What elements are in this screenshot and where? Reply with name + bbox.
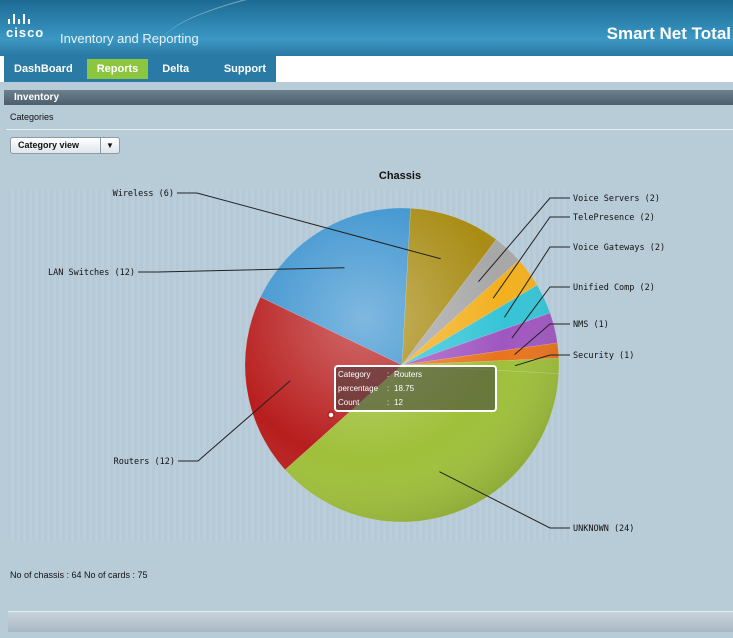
tooltip-key-percentage: percentage xyxy=(338,384,379,393)
slice-label: LAN Switches (12) xyxy=(48,268,135,278)
tooltip-key-count: Count xyxy=(338,398,360,407)
category-view-select[interactable]: Category view ▼ xyxy=(10,137,120,154)
chart-tooltip: Category : Routers percentage : 18.75 Co… xyxy=(334,365,497,412)
logo-text: cisco xyxy=(6,25,45,40)
chart-title: Chassis xyxy=(379,170,421,182)
slice-label: Wireless (6) xyxy=(113,189,174,199)
slice-label: UNKNOWN (24) xyxy=(573,524,634,534)
slice-label: Voice Gateways (2) xyxy=(573,243,665,253)
tooltip-key-category: Category xyxy=(338,370,370,379)
svg-text::: : xyxy=(387,398,389,407)
tooltip-value-count: 12 xyxy=(394,398,403,407)
slice-label: TelePresence (2) xyxy=(573,213,655,223)
cisco-logo: cisco xyxy=(6,12,50,44)
slice-label: Voice Servers (2) xyxy=(573,194,660,204)
nav-support[interactable]: Support xyxy=(214,59,276,79)
inventory-summary: No of chassis : 64 No of cards : 75 xyxy=(10,570,148,580)
cursor-marker xyxy=(327,411,335,419)
section-title: Inventory xyxy=(4,90,733,105)
slice-label: Unified Comp (2) xyxy=(573,283,655,293)
svg-text::: : xyxy=(387,384,389,393)
nav-delta-reports[interactable]: Delta Reports xyxy=(152,59,214,95)
app-title: Inventory and Reporting xyxy=(60,31,199,46)
tooltip-value-category: Routers xyxy=(394,370,422,379)
main-nav: DashBoard Reports Delta Reports Support xyxy=(4,56,276,95)
svg-text::: : xyxy=(387,370,389,379)
divider xyxy=(6,129,733,130)
brand-title: Smart Net Total xyxy=(606,24,731,43)
category-view-value: Category view xyxy=(18,140,80,150)
tooltip-value-percentage: 18.75 xyxy=(394,384,415,393)
app-header: cisco Inventory and Reporting Smart Net … xyxy=(0,0,733,56)
horizontal-scrollbar[interactable] xyxy=(8,611,733,632)
slice-label: Routers (12) xyxy=(114,457,175,467)
pie-chart: Chassis UNKNOWN (24) Routers (12) LAN Swit… xyxy=(48,170,665,534)
nav-reports[interactable]: Reports xyxy=(86,59,149,79)
slice-label: NMS (1) xyxy=(573,320,609,330)
chevron-down-icon[interactable]: ▼ xyxy=(100,138,119,153)
nav-dashboard[interactable]: DashBoard xyxy=(4,59,83,79)
breadcrumb-categories: Categories xyxy=(10,112,54,122)
slice-label: Security (1) xyxy=(573,351,634,361)
